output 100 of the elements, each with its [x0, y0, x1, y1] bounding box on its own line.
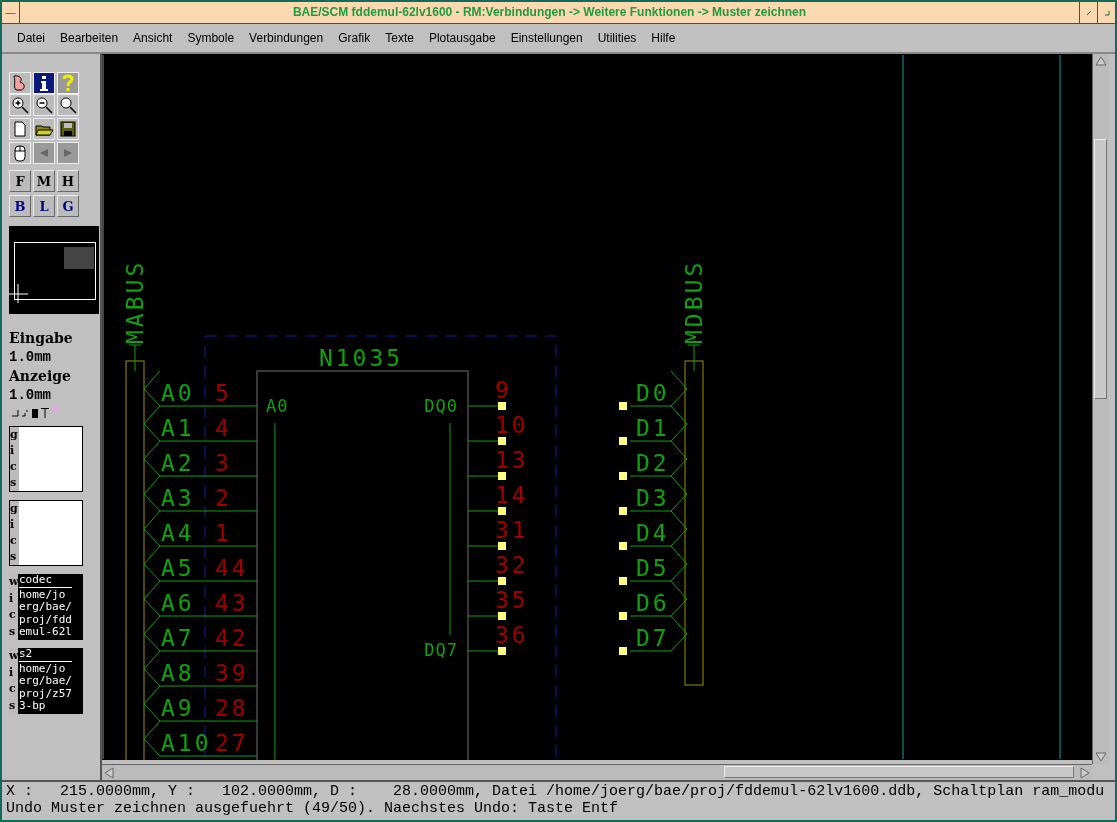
- panel-tab[interactable]: s: [9, 624, 18, 639]
- menu-item[interactable]: Plotausgabe: [428, 29, 496, 47]
- menu-item[interactable]: Texte: [385, 29, 414, 47]
- connection-point: [498, 437, 506, 445]
- scroll-left-icon[interactable]: [104, 767, 114, 779]
- connection-point: [619, 472, 627, 480]
- panel-tab[interactable]: i: [9, 665, 18, 680]
- panel-tab[interactable]: i: [9, 591, 18, 606]
- panel-tab[interactable]: c: [9, 682, 18, 697]
- mouse-icon[interactable]: [9, 142, 31, 164]
- open-folder-icon[interactable]: [33, 118, 55, 140]
- panel-tab[interactable]: i: [10, 444, 19, 458]
- zoom-out-icon[interactable]: [33, 94, 55, 116]
- pin-number: 27: [215, 730, 249, 756]
- toolbar-button[interactable]: G: [57, 195, 79, 217]
- menu-item[interactable]: Ansicht: [133, 29, 173, 47]
- info-icon[interactable]: [33, 72, 55, 94]
- net-label: D7: [636, 625, 670, 651]
- forward-icon[interactable]: [57, 142, 79, 164]
- zoom-icon[interactable]: [57, 94, 79, 116]
- vertical-scrollbar[interactable]: [1092, 54, 1109, 764]
- wire: [629, 370, 688, 407]
- filled-rectangle-icon[interactable]: [32, 408, 38, 418]
- panel-tab[interactable]: c: [10, 460, 19, 474]
- pin-number: 39: [215, 660, 249, 686]
- connection-point: [498, 647, 506, 655]
- menu-item[interactable]: Verbindungen: [249, 29, 324, 47]
- menu-item[interactable]: Grafik: [338, 29, 371, 47]
- net-label: A7: [161, 625, 195, 651]
- file-path-line: home/jo: [19, 662, 67, 675]
- corner-dotted-icon[interactable]: [22, 409, 29, 417]
- scroll-up-icon[interactable]: [1095, 56, 1107, 66]
- menu-item[interactable]: Datei: [17, 29, 45, 47]
- net-label: A3: [161, 485, 195, 511]
- panel-tab[interactable]: i: [10, 518, 19, 532]
- net-label: A1: [161, 415, 195, 441]
- zoom-in-icon[interactable]: [9, 94, 31, 116]
- display-grid-label: Anzeige: [9, 367, 72, 386]
- new-file-icon[interactable]: [9, 118, 31, 140]
- panel-tab[interactable]: w: [9, 649, 18, 664]
- connection-point: [619, 437, 627, 445]
- panel-tab[interactable]: c: [10, 534, 19, 548]
- menu-item[interactable]: Einstellungen: [510, 29, 583, 47]
- pin-number: 36: [495, 622, 529, 648]
- connection-point: [498, 577, 506, 585]
- menu-item[interactable]: Symbole: [187, 29, 235, 47]
- wire: [467, 580, 500, 582]
- net-label: D0: [636, 380, 670, 406]
- part-name: N1035: [318, 345, 404, 371]
- save-icon[interactable]: [57, 118, 79, 140]
- schematic-canvas[interactable]: MABUS MDBUS N1035 A0 DQ0 DQ7 A0 5 A1 4 A2 3 A3 2 A4 1 A5 44 A6 43 A7 42 A8 39 A9 28 A10 27 9 D0 10 D1 13 D2 14 D3 31 D4 32 D5 35 D6 36 D7: [102, 54, 1092, 760]
- horizontal-scrollbar[interactable]: [102, 764, 1092, 780]
- text-icon[interactable]: [41, 408, 49, 418]
- toolbar-button[interactable]: H: [57, 170, 79, 192]
- pin-number: 5: [215, 380, 232, 406]
- wire: [629, 440, 688, 477]
- wire: [467, 650, 500, 652]
- wire: [629, 475, 688, 512]
- toolbar-button[interactable]: M: [33, 170, 55, 192]
- connection-point: [619, 577, 627, 585]
- bus-connector: [128, 344, 142, 372]
- panel-tab[interactable]: s: [10, 476, 19, 490]
- display-grid-value: 1.0mm: [9, 386, 52, 405]
- toolbar-button[interactable]: L: [33, 195, 55, 217]
- connection-point: [619, 507, 627, 515]
- back-icon[interactable]: [33, 142, 55, 164]
- pin-number: 28: [215, 695, 249, 721]
- wire: [629, 615, 688, 652]
- wire: [629, 545, 688, 582]
- scroll-down-icon[interactable]: [1095, 752, 1107, 762]
- panel-tab[interactable]: s: [10, 550, 19, 564]
- menu-item[interactable]: Bearbeiten: [60, 29, 119, 47]
- panel-tab[interactable]: w: [9, 575, 18, 590]
- net-label: D1: [636, 415, 670, 441]
- connection-point: [619, 402, 627, 410]
- menu-item[interactable]: Utilities: [597, 29, 637, 47]
- panel-tab[interactable]: g: [10, 428, 19, 442]
- toolbar-button[interactable]: B: [9, 195, 31, 217]
- net-label: D4: [636, 520, 670, 546]
- input-grid-label: Eingabe: [9, 329, 74, 348]
- wire: [629, 405, 688, 442]
- menu-item[interactable]: Hilfe: [651, 29, 676, 47]
- maximize-icon: [1103, 9, 1110, 16]
- scroll-right-icon[interactable]: [1080, 767, 1090, 779]
- net-label: A4: [161, 520, 195, 546]
- wire: [629, 580, 688, 617]
- corner-icon[interactable]: [12, 409, 19, 417]
- wire: [467, 405, 500, 407]
- pin-number: 32: [495, 552, 529, 578]
- overview-map[interactable]: [9, 226, 99, 314]
- toolbar-button[interactable]: F: [9, 170, 31, 192]
- parts-icon[interactable]: [9, 72, 31, 94]
- pin-label: A0: [266, 396, 289, 416]
- panel-tab[interactable]: c: [9, 608, 18, 623]
- panel-tab[interactable]: g: [10, 502, 19, 516]
- panel-tab[interactable]: s: [9, 698, 18, 713]
- pin-number: 4: [215, 415, 232, 441]
- scroll-thumb[interactable]: [724, 766, 1074, 778]
- scroll-thumb[interactable]: [1094, 139, 1107, 399]
- window-menu-button[interactable]: —: [2, 2, 20, 23]
